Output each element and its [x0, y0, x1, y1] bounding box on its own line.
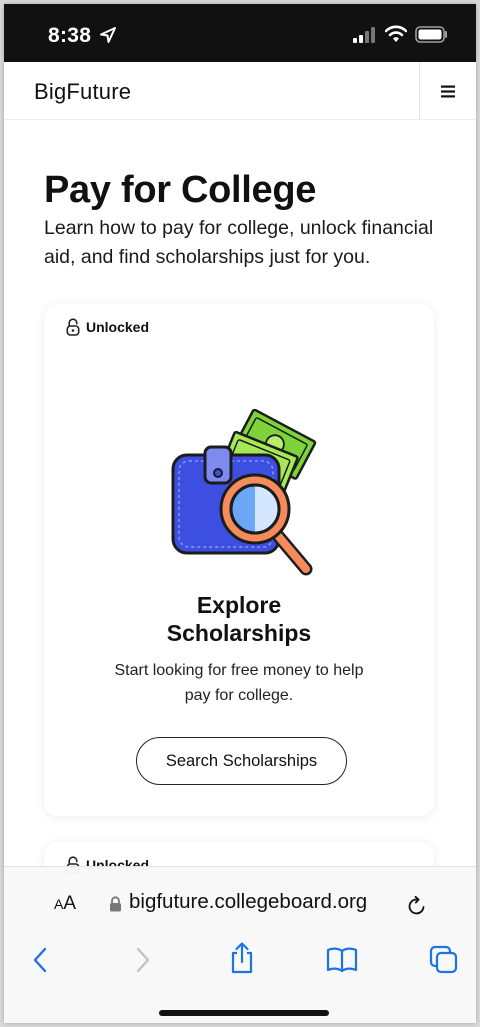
text-size-button[interactable]: AA: [54, 893, 76, 915]
reload-icon[interactable]: [406, 895, 428, 917]
search-scholarships-button[interactable]: Search Scholarships: [136, 737, 347, 785]
browser-bottom-bar: AA bigfuture.collegeboard.org: [4, 866, 476, 1023]
text-size-large-a: A: [63, 893, 77, 914]
badge-label: Unlocked: [86, 319, 150, 335]
status-bar: 8:38: [4, 4, 476, 62]
address-bar: AA bigfuture.collegeboard.org: [4, 883, 476, 927]
bookmarks-icon[interactable]: [326, 945, 358, 975]
lock-icon: [110, 896, 121, 912]
phone-screen: 8:38 BigFuture Pay for College Learn how…: [4, 4, 476, 1023]
menu-button[interactable]: [420, 62, 476, 120]
location-arrow-icon: [100, 27, 116, 43]
text-size-small-a: A: [54, 896, 64, 912]
back-icon[interactable]: [31, 945, 51, 975]
page-subtitle: Learn how to pay for college, unlock fin…: [44, 217, 434, 268]
home-indicator: [159, 1010, 329, 1016]
url-field[interactable]: bigfuture.collegeboard.org: [129, 890, 367, 914]
cellular-signal-icon: [353, 27, 375, 43]
browser-toolbar: [4, 939, 476, 983]
card-description: Start looking for free money to help pay…: [114, 662, 364, 704]
scholarship-card: Unlocked Explore Scholarships Start look…: [44, 304, 434, 816]
forward-icon[interactable]: [132, 945, 152, 975]
site-header: BigFuture: [4, 62, 476, 120]
hamburger-menu-icon: [441, 85, 455, 97]
battery-icon: [415, 26, 447, 43]
share-icon[interactable]: [228, 941, 256, 975]
page-title: Pay for College: [44, 169, 317, 211]
brand-logo[interactable]: BigFuture: [34, 79, 131, 105]
status-time: 8:38: [48, 24, 92, 47]
tabs-icon[interactable]: [429, 945, 459, 975]
unlocked-padlock-icon: [66, 318, 80, 336]
unlocked-badge: Unlocked: [66, 318, 149, 336]
card-title: Explore Scholarships: [44, 591, 434, 647]
wifi-icon: [385, 25, 407, 42]
card-title-text: Explore Scholarships: [166, 592, 312, 646]
wallet-magnifying-glass-illustration: [171, 409, 317, 576]
